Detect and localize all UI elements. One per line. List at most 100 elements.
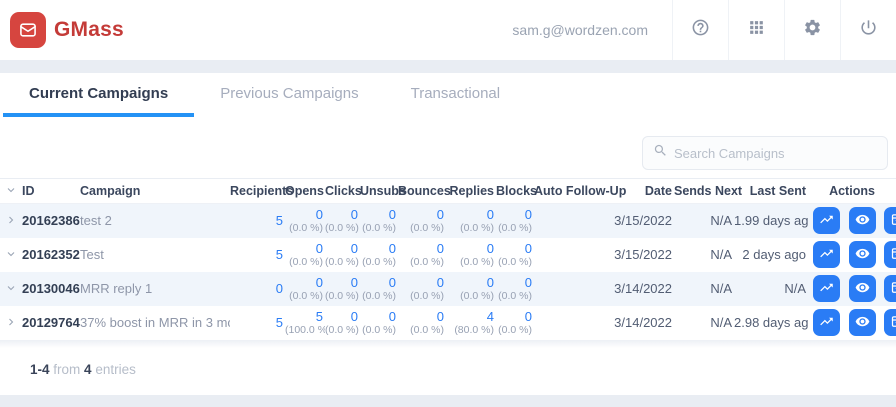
logout-button[interactable]	[840, 0, 896, 60]
recipients-count[interactable]: 0	[230, 272, 285, 306]
clicks-stat[interactable]: 0(0.0 %)	[325, 306, 360, 340]
replies-stat[interactable]: 0(0.0 %)	[446, 272, 496, 306]
preview-button[interactable]	[849, 309, 876, 336]
search-icon	[653, 143, 668, 163]
help-button[interactable]	[672, 0, 728, 60]
bounces-stat[interactable]: 0(0.0 %)	[398, 272, 446, 306]
auto-follow-up-cell	[534, 238, 614, 272]
col-unsubs[interactable]: Unsubs	[360, 179, 398, 204]
col-last-sent[interactable]: Last Sent	[734, 179, 808, 204]
opens-stat[interactable]: 5(100.0 %)	[285, 306, 325, 340]
trending-up-icon	[819, 280, 834, 298]
trending-up-icon	[819, 246, 834, 264]
campaign-date: 3/15/2022	[614, 238, 674, 272]
col-opens[interactable]: Opens	[285, 179, 325, 204]
preview-button[interactable]	[849, 275, 876, 302]
report-button[interactable]	[813, 241, 840, 268]
opens-stat[interactable]: 0(0.0 %)	[285, 272, 325, 306]
campaign-id: 20162352	[22, 238, 80, 272]
apps-grid-icon	[747, 18, 766, 42]
col-recipients[interactable]: Recipients	[230, 179, 285, 204]
preview-button[interactable]	[849, 241, 876, 268]
archive-box-icon	[890, 314, 896, 332]
trending-up-icon	[819, 212, 834, 230]
tab-transactional[interactable]: Transactional	[385, 73, 527, 117]
search-box[interactable]	[642, 136, 888, 170]
eye-icon	[855, 246, 870, 264]
bounces-stat[interactable]: 0(0.0 %)	[398, 306, 446, 340]
table-row[interactable]: 20162352 Test 5 0(0.0 %) 0(0.0 %) 0(0.0 …	[0, 238, 896, 272]
row-expander chevron-icon[interactable]	[4, 247, 18, 261]
table-bottom-shadow	[0, 340, 896, 348]
report-button[interactable]	[813, 275, 840, 302]
archive-box-icon	[890, 212, 896, 230]
entries-total: 4	[84, 362, 92, 377]
apps-button[interactable]	[728, 0, 784, 60]
replies-stat[interactable]: 0(0.0 %)	[446, 204, 496, 238]
tab-current-campaigns[interactable]: Current Campaigns	[3, 73, 194, 117]
blocks-stat[interactable]: 0(0.0 %)	[496, 238, 534, 272]
search-input[interactable]	[674, 146, 877, 161]
replies-stat[interactable]: 0(0.0 %)	[446, 238, 496, 272]
report-button[interactable]	[813, 309, 840, 336]
clicks-stat[interactable]: 0(0.0 %)	[325, 204, 360, 238]
archive-button[interactable]	[884, 275, 896, 302]
row-expander chevron-icon[interactable]	[4, 315, 18, 329]
recipients-count[interactable]: 5	[230, 238, 285, 272]
blocks-stat[interactable]: 0(0.0 %)	[496, 306, 534, 340]
sends-next: N/A	[674, 204, 734, 238]
sends-next: N/A	[674, 306, 734, 340]
col-replies[interactable]: Replies	[446, 179, 496, 204]
row-expander chevron-icon[interactable]	[4, 213, 18, 227]
row-expander chevron-icon[interactable]	[4, 281, 18, 295]
archive-button[interactable]	[884, 241, 896, 268]
report-button[interactable]	[813, 207, 840, 234]
col-sends-next[interactable]: Sends Next	[674, 179, 734, 204]
clicks-stat[interactable]: 0(0.0 %)	[325, 238, 360, 272]
recipients-count[interactable]: 5	[230, 306, 285, 340]
eye-icon	[855, 212, 870, 230]
unsubs-stat[interactable]: 0(0.0 %)	[360, 272, 398, 306]
col-blocks[interactable]: Blocks	[496, 179, 534, 204]
archive-button[interactable]	[884, 207, 896, 234]
campaign-id: 20129764	[22, 306, 80, 340]
eye-icon	[855, 280, 870, 298]
blocks-stat[interactable]: 0(0.0 %)	[496, 204, 534, 238]
recipients-count[interactable]: 5	[230, 204, 285, 238]
opens-stat[interactable]: 0(0.0 %)	[285, 204, 325, 238]
table-row[interactable]: 20162386 test 2 5 0(0.0 %) 0(0.0 %) 0(0.…	[0, 204, 896, 238]
archive-button[interactable]	[884, 309, 896, 336]
blocks-stat[interactable]: 0(0.0 %)	[496, 272, 534, 306]
unsubs-stat[interactable]: 0(0.0 %)	[360, 306, 398, 340]
brand-name: GMass	[54, 18, 124, 42]
campaign-date: 3/14/2022	[614, 272, 674, 306]
replies-stat[interactable]: 4(80.0 %)	[446, 306, 496, 340]
brand-logo[interactable]: GMass	[0, 0, 124, 60]
unsubs-stat[interactable]: 0(0.0 %)	[360, 238, 398, 272]
col-actions: Actions	[808, 179, 896, 204]
preview-button[interactable]	[849, 207, 876, 234]
col-auto-follow-up[interactable]: Auto Follow-Up	[534, 179, 614, 204]
auto-follow-up-cell	[534, 204, 614, 238]
header-expander[interactable]	[0, 179, 22, 204]
trending-up-icon	[819, 314, 834, 332]
bounces-stat[interactable]: 0(0.0 %)	[398, 238, 446, 272]
col-clicks[interactable]: Clicks	[325, 179, 360, 204]
chevron-down-icon	[4, 183, 18, 197]
entries-range: 1-4	[30, 362, 50, 377]
table-header-row: ID Campaign Recipients Opens Clicks Unsu…	[0, 179, 896, 204]
unsubs-stat[interactable]: 0(0.0 %)	[360, 204, 398, 238]
table-row[interactable]: 20130046 MRR reply 1 0 0(0.0 %) 0(0.0 %)…	[0, 272, 896, 306]
col-bounces[interactable]: Bounces	[398, 179, 446, 204]
bounces-stat[interactable]: 0(0.0 %)	[398, 204, 446, 238]
entries-summary: 1-4 from 4 entries	[0, 348, 896, 395]
clicks-stat[interactable]: 0(0.0 %)	[325, 272, 360, 306]
opens-stat[interactable]: 0(0.0 %)	[285, 238, 325, 272]
navbar-spacer	[124, 0, 513, 60]
settings-button[interactable]	[784, 0, 840, 60]
tab-previous-campaigns[interactable]: Previous Campaigns	[194, 73, 384, 117]
col-campaign[interactable]: Campaign	[80, 179, 230, 204]
table-row[interactable]: 20129764 37% boost in MRR in 3 months...…	[0, 306, 896, 340]
sends-next: N/A	[674, 272, 734, 306]
col-id[interactable]: ID	[22, 179, 80, 204]
